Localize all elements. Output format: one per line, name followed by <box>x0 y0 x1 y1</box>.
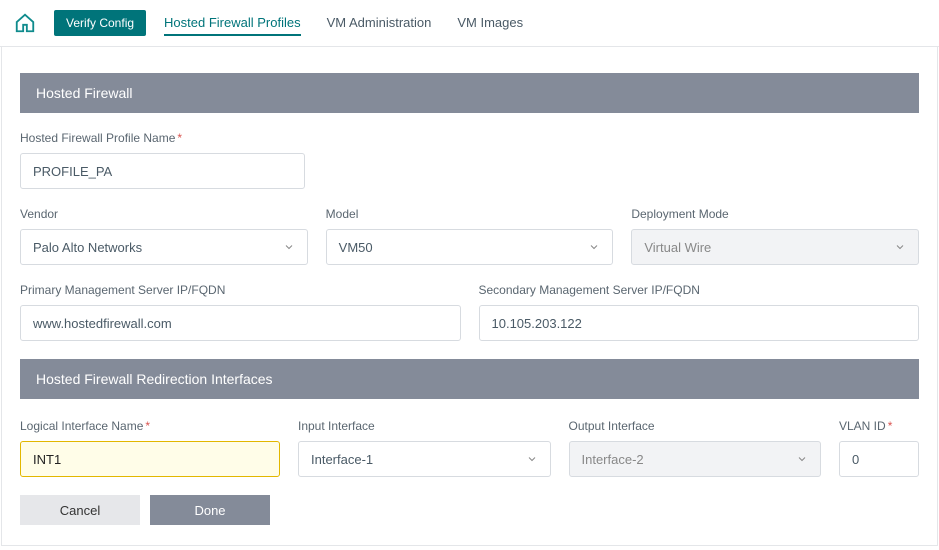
chevron-down-icon <box>283 241 295 253</box>
model-label: Model <box>326 207 614 221</box>
section-header-hosted-firewall: Hosted Firewall <box>20 73 919 113</box>
primary-mgmt-input[interactable]: www.hostedfirewall.com <box>20 305 461 341</box>
logical-if-label: Logical Interface Name <box>20 419 280 433</box>
deploy-value: Virtual Wire <box>644 240 711 255</box>
model-select[interactable]: VM50 <box>326 229 614 265</box>
done-button[interactable]: Done <box>150 495 270 525</box>
chevron-down-icon <box>588 241 600 253</box>
input-if-label: Input Interface <box>298 419 551 433</box>
output-if-select: Interface-2 <box>569 441 822 477</box>
profile-name-label: Hosted Firewall Profile Name <box>20 131 919 145</box>
chevron-down-icon <box>894 241 906 253</box>
deployment-mode-select: Virtual Wire <box>631 229 919 265</box>
vendor-label: Vendor <box>20 207 308 221</box>
tab-vm-images[interactable]: VM Images <box>457 11 523 36</box>
topbar: Verify Config Hosted Firewall Profiles V… <box>0 0 939 47</box>
verify-config-button[interactable]: Verify Config <box>54 10 146 36</box>
chevron-down-icon <box>796 453 808 465</box>
vlan-id-label: VLAN ID <box>839 419 919 433</box>
output-if-label: Output Interface <box>569 419 822 433</box>
cancel-button[interactable]: Cancel <box>20 495 140 525</box>
section-header-redirection: Hosted Firewall Redirection Interfaces <box>20 359 919 399</box>
vendor-select[interactable]: Palo Alto Networks <box>20 229 308 265</box>
logical-if-input[interactable]: INT1 <box>20 441 280 477</box>
content: Hosted Firewall Hosted Firewall Profile … <box>1 47 938 546</box>
deploy-label: Deployment Mode <box>631 207 919 221</box>
input-if-select[interactable]: Interface-1 <box>298 441 551 477</box>
primary-mgmt-label: Primary Management Server IP/FQDN <box>20 283 461 297</box>
vlan-id-input[interactable]: 0 <box>839 441 919 477</box>
action-buttons: Cancel Done <box>20 495 919 525</box>
tab-hosted-firewall-profiles[interactable]: Hosted Firewall Profiles <box>164 11 301 36</box>
home-icon[interactable] <box>14 12 36 34</box>
profile-name-input[interactable]: PROFILE_PA <box>20 153 305 189</box>
secondary-mgmt-input[interactable]: 10.105.203.122 <box>479 305 920 341</box>
secondary-mgmt-label: Secondary Management Server IP/FQDN <box>479 283 920 297</box>
vendor-value: Palo Alto Networks <box>33 240 142 255</box>
output-if-value: Interface-2 <box>582 452 644 467</box>
chevron-down-icon <box>526 453 538 465</box>
input-if-value: Interface-1 <box>311 452 373 467</box>
model-value: VM50 <box>339 240 373 255</box>
tabs: Hosted Firewall Profiles VM Administrati… <box>164 11 523 36</box>
tab-vm-administration[interactable]: VM Administration <box>327 11 432 36</box>
